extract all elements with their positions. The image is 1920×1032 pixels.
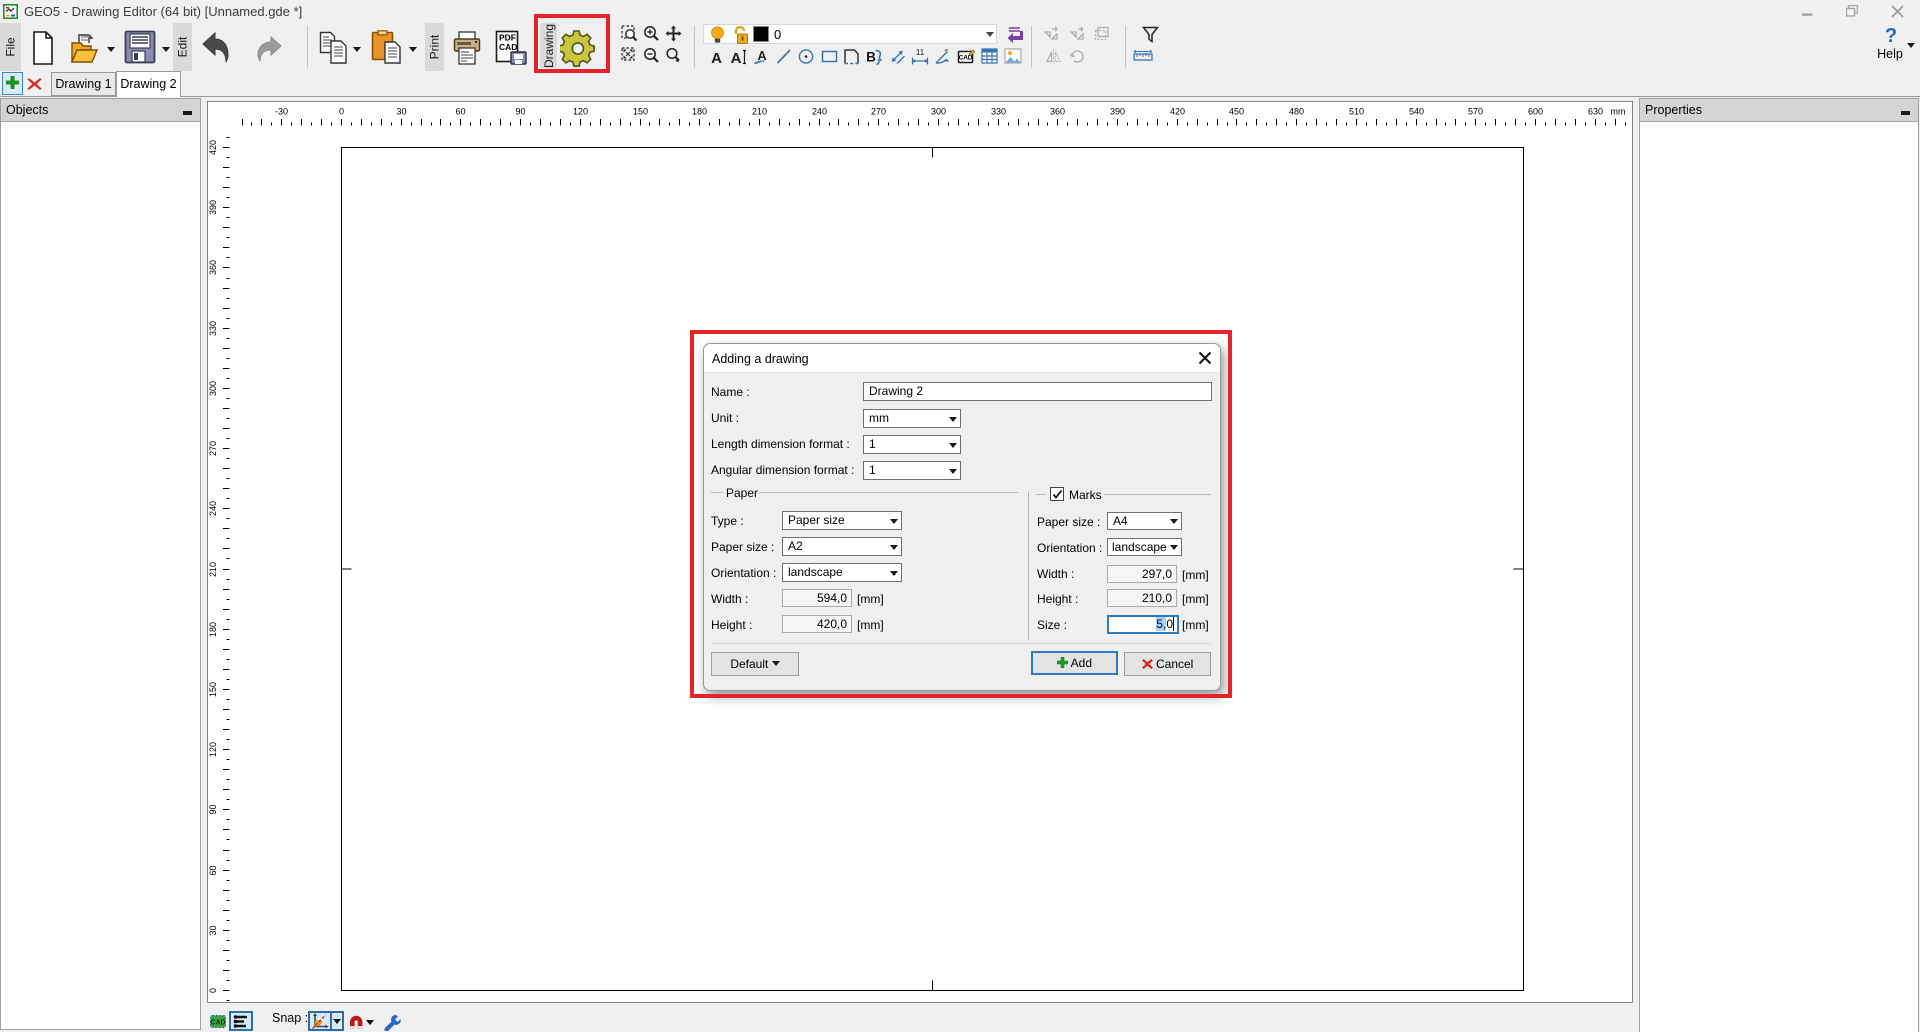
svg-text:mm: mm bbox=[1611, 107, 1626, 117]
svg-text:60: 60 bbox=[208, 865, 218, 875]
svg-text:11: 11 bbox=[916, 48, 925, 57]
svg-text:0: 0 bbox=[339, 107, 344, 117]
svg-text:300: 300 bbox=[208, 381, 218, 396]
svg-text:180: 180 bbox=[692, 107, 707, 117]
svg-text:B: B bbox=[866, 50, 876, 65]
svg-text:90: 90 bbox=[515, 107, 525, 117]
svg-text:390: 390 bbox=[208, 200, 218, 215]
svg-text:-30: -30 bbox=[275, 107, 288, 117]
svg-text:CAD: CAD bbox=[210, 1020, 225, 1027]
svg-text:300: 300 bbox=[931, 107, 946, 117]
svg-text:30: 30 bbox=[208, 925, 218, 935]
svg-text:A: A bbox=[711, 50, 722, 65]
svg-text:330: 330 bbox=[208, 321, 218, 336]
svg-text:180: 180 bbox=[208, 622, 218, 637]
svg-text:480: 480 bbox=[1289, 107, 1304, 117]
svg-text:90: 90 bbox=[208, 804, 218, 814]
svg-text:270: 270 bbox=[871, 107, 886, 117]
svg-text:360: 360 bbox=[1050, 107, 1065, 117]
svg-text:420: 420 bbox=[1170, 107, 1185, 117]
svg-text:30: 30 bbox=[396, 107, 406, 117]
svg-text:210: 210 bbox=[208, 562, 218, 577]
svg-text:630: 630 bbox=[1588, 107, 1603, 117]
svg-text:60: 60 bbox=[455, 107, 465, 117]
svg-text:420: 420 bbox=[208, 140, 218, 155]
svg-text:240: 240 bbox=[812, 107, 827, 117]
svg-text:570: 570 bbox=[1468, 107, 1483, 117]
svg-text:0: 0 bbox=[208, 988, 218, 993]
svg-text:150: 150 bbox=[633, 107, 648, 117]
svg-text:270: 270 bbox=[208, 441, 218, 456]
svg-text:A: A bbox=[731, 50, 742, 65]
svg-text:120: 120 bbox=[573, 107, 588, 117]
svg-text:CAD: CAD bbox=[499, 42, 517, 52]
svg-text:PDF: PDF bbox=[499, 33, 516, 43]
svg-text:120: 120 bbox=[208, 742, 218, 757]
svg-text:240: 240 bbox=[208, 501, 218, 516]
svg-text:510: 510 bbox=[1349, 107, 1364, 117]
svg-text:360: 360 bbox=[208, 260, 218, 275]
svg-text:210: 210 bbox=[752, 107, 767, 117]
svg-text:540: 540 bbox=[1409, 107, 1424, 117]
svg-text:390: 390 bbox=[1110, 107, 1125, 117]
svg-text:600: 600 bbox=[1528, 107, 1543, 117]
svg-text:150: 150 bbox=[208, 682, 218, 697]
svg-text:330: 330 bbox=[991, 107, 1006, 117]
svg-text:450: 450 bbox=[1229, 107, 1244, 117]
